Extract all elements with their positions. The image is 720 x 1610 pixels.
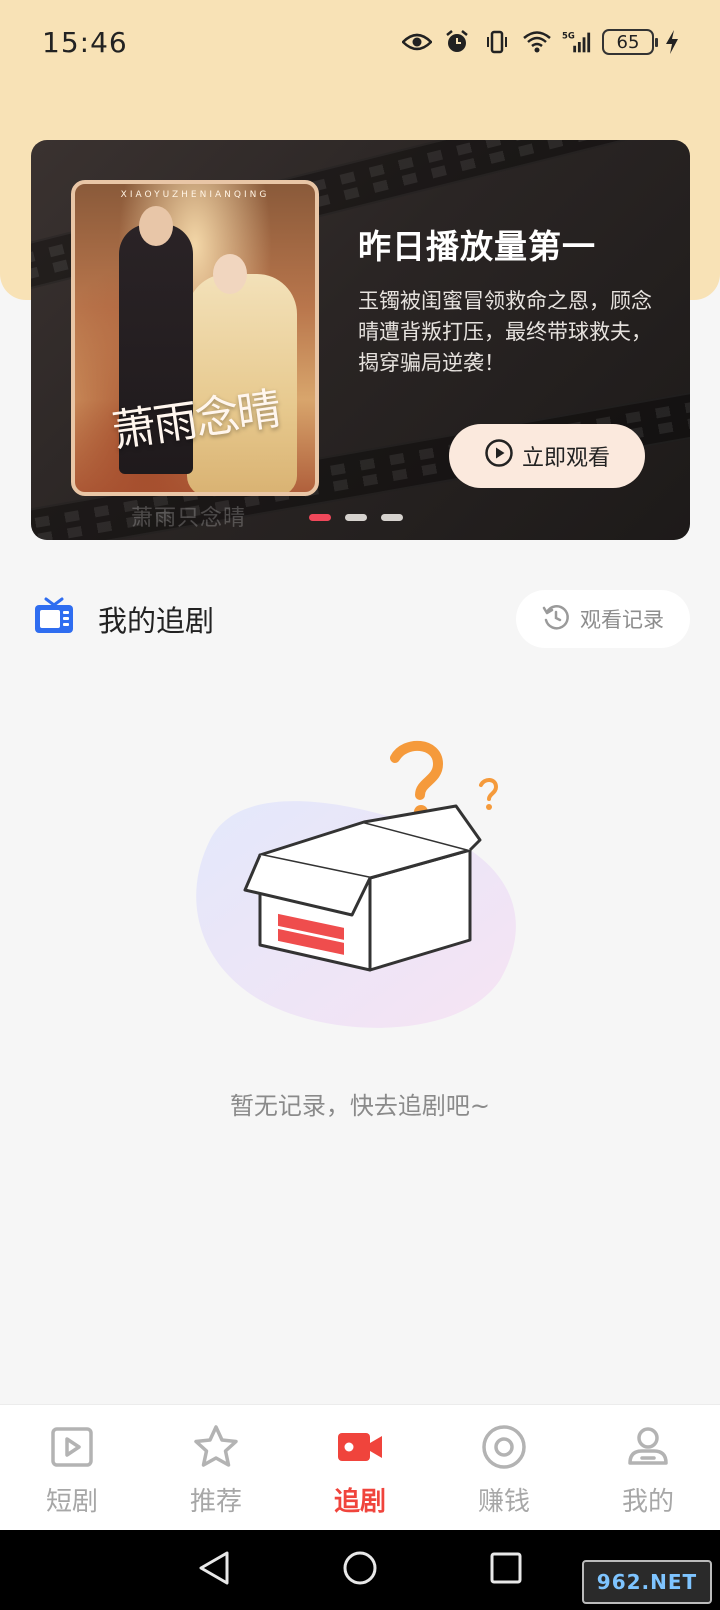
system-navigation-bar: 962.NET (0, 1530, 720, 1610)
poster-caption: 萧雨只念晴 (131, 506, 247, 531)
tab-mine[interactable]: 我的 (576, 1405, 720, 1530)
history-label: 观看记录 (580, 608, 664, 632)
battery-icon: 65 (602, 29, 658, 55)
watch-now-label: 立即观看 (521, 446, 610, 471)
play-square-icon (48, 1423, 96, 1471)
wifi-icon (522, 27, 552, 57)
carousel-dot-2[interactable] (345, 514, 367, 521)
alarm-icon (442, 27, 472, 57)
person-icon (624, 1423, 672, 1471)
poster-subtitle: XIAOYUZHENIANQING (120, 190, 270, 200)
section-title: 我的追剧 (98, 604, 215, 638)
coin-icon (480, 1423, 528, 1471)
status-icons: 5G 65 (402, 27, 680, 57)
vibrate-icon (482, 27, 512, 57)
watermark-text: 962.NET (596, 1570, 698, 1594)
tab-short-drama[interactable]: 短剧 (0, 1405, 144, 1530)
watch-now-button[interactable]: 立即观看 (449, 424, 645, 488)
my-dramas-header: 我的追剧 观看记录 (0, 590, 720, 650)
tab-label: 追剧 (333, 1487, 386, 1517)
carousel-dot-3[interactable] (381, 514, 403, 521)
tab-label: 短剧 (45, 1487, 98, 1517)
tab-earn[interactable]: 赚钱 (432, 1405, 576, 1530)
history-icon (542, 603, 570, 636)
play-circle-icon (484, 438, 514, 474)
tab-label: 推荐 (189, 1487, 242, 1517)
back-icon[interactable] (197, 1549, 231, 1591)
tab-recommend[interactable]: 推荐 (144, 1405, 288, 1530)
tab-label: 我的 (621, 1487, 674, 1517)
status-bar: 15:46 5G 65 (0, 0, 720, 84)
svg-text:5G: 5G (562, 30, 575, 40)
tab-follow-drama[interactable]: 追剧 (288, 1405, 432, 1530)
video-camera-icon (336, 1423, 384, 1471)
recents-icon[interactable] (489, 1551, 523, 1589)
status-time: 15:46 (42, 25, 128, 59)
empty-state-text: 暂无记录，快去追剧吧~ (229, 1092, 491, 1120)
empty-box-illustration (180, 740, 540, 1050)
featured-banner[interactable]: XIAOYUZHENIANQING 萧雨念晴 萧雨只念晴 昨日播放量第一 玉镯被… (31, 140, 690, 540)
carousel-dots (309, 514, 403, 521)
star-icon (192, 1423, 240, 1471)
drama-poster[interactable]: XIAOYUZHENIANQING 萧雨念晴 (71, 180, 319, 496)
site-watermark: 962.NET (582, 1560, 712, 1604)
banner-title: 昨日播放量第一 (358, 227, 596, 266)
home-icon[interactable] (341, 1549, 379, 1591)
signal-5g-icon: 5G (562, 27, 592, 57)
banner-description: 玉镯被闺蜜冒领救命之恩，顾念晴遭背叛打压，最终带球救夫，揭穿骗局逆袭！ (358, 289, 652, 375)
charging-icon (664, 27, 680, 57)
carousel-dot-1[interactable] (309, 514, 331, 521)
tv-icon (33, 595, 75, 637)
eye-icon (402, 27, 432, 57)
tab-label: 赚钱 (477, 1487, 530, 1517)
bottom-tab-bar: 短剧 推荐 追剧 赚钱 我的 (0, 1404, 720, 1530)
watch-history-button[interactable]: 观看记录 (516, 590, 690, 648)
